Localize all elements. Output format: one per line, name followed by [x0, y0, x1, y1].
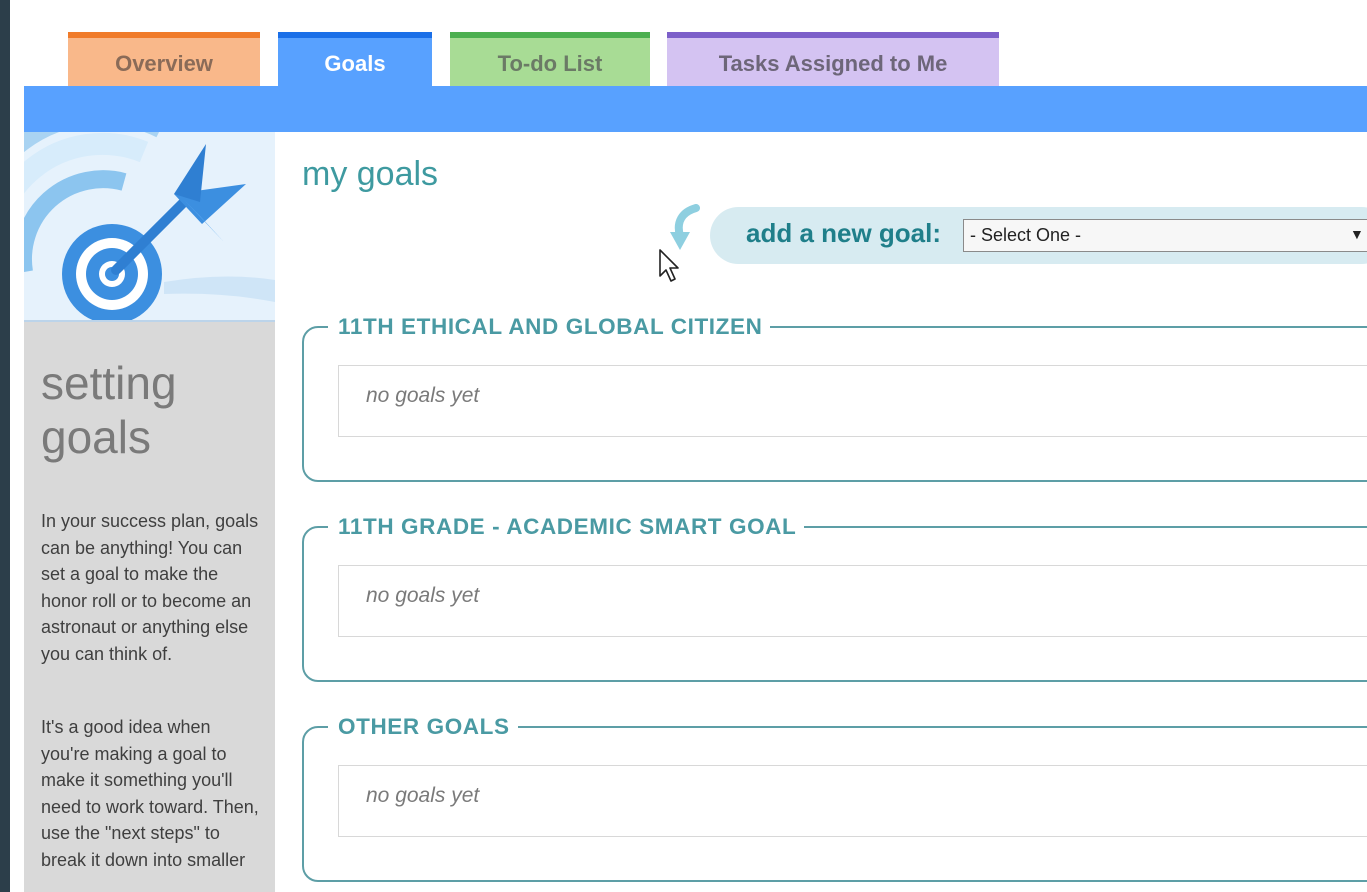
sidebar-title: setting goals — [41, 356, 271, 464]
tab-bar: Overview Goals To-do List Tasks Assigned… — [10, 0, 1367, 86]
tab-goals-label: Goals — [324, 51, 386, 76]
empty-goals-text: no goals yet — [366, 784, 480, 807]
chevron-down-icon[interactable]: ▼ — [1350, 226, 1364, 242]
goal-group: 11TH GRADE - ACADEMIC SMART GOAL no goal… — [302, 509, 1367, 682]
target-dart-icon — [10, 90, 275, 324]
sidebar-paragraph: In your success plan, goals can be anyth… — [41, 511, 259, 664]
goal-list: no goals yet — [338, 365, 1367, 437]
sidebar-paragraph: It's a good idea when you're making a go… — [41, 717, 259, 870]
goal-group-title: 11TH ETHICAL AND GLOBAL CITIZEN — [328, 309, 771, 345]
tab-todo-list-label: To-do List — [497, 51, 603, 76]
add-goal-label: add a new goal: — [746, 218, 942, 248]
sidebar-title-line1: setting — [41, 357, 177, 409]
goal-group-title: OTHER GOALS — [328, 709, 518, 745]
curved-arrow-icon — [670, 204, 700, 250]
goal-group: OTHER GOALS no goals yet — [302, 709, 1367, 882]
sidebar-title-line2: goals — [41, 411, 151, 463]
goal-list: no goals yet — [338, 565, 1367, 637]
page-title: my goals — [302, 155, 439, 193]
tab-overview-label: Overview — [115, 51, 213, 76]
mouse-cursor-icon — [659, 249, 679, 282]
sidebar: setting goals In your success plan, goal… — [10, 90, 275, 892]
goal-group-title: 11TH GRADE - ACADEMIC SMART GOAL — [328, 509, 805, 545]
empty-goals-text: no goals yet — [366, 384, 480, 407]
empty-goals-text: no goals yet — [366, 584, 480, 607]
goal-list: no goals yet — [338, 765, 1367, 837]
app-frame: Overview Goals To-do List Tasks Assigned… — [10, 0, 1367, 892]
goal-type-select[interactable]: - Select One - — [963, 219, 1367, 252]
tab-content-bar — [24, 86, 1367, 132]
goal-group: 11TH ETHICAL AND GLOBAL CITIZEN no goals… — [302, 309, 1367, 482]
tab-overview[interactable]: Overview — [68, 32, 260, 86]
tab-todo-list[interactable]: To-do List — [450, 32, 650, 86]
tab-tasks-assigned[interactable]: Tasks Assigned to Me — [667, 32, 999, 86]
goal-type-select-value: - Select One - — [970, 225, 1082, 245]
tab-tasks-assigned-label: Tasks Assigned to Me — [718, 51, 948, 76]
tab-goals[interactable]: Goals — [278, 32, 432, 86]
